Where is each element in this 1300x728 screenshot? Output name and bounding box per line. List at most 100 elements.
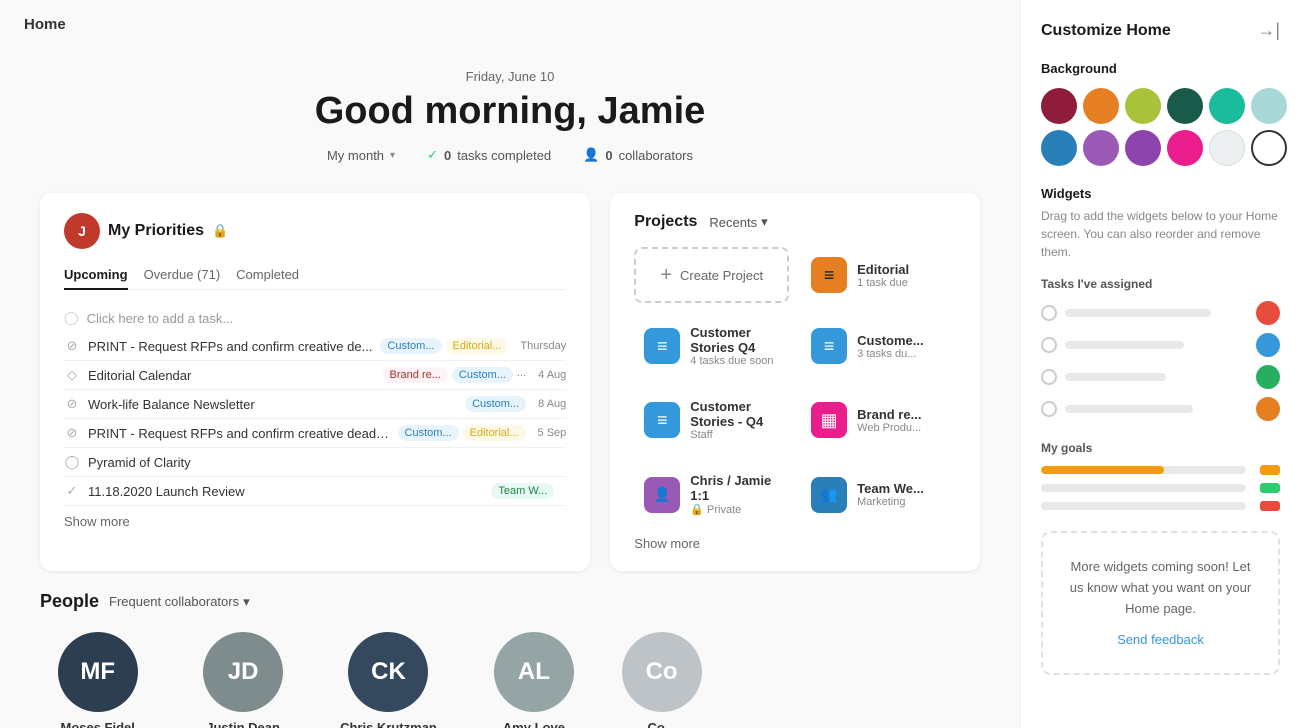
create-project-button[interactable]: + Create Project xyxy=(634,247,789,303)
period-selector[interactable]: My month ▾ xyxy=(327,147,395,163)
tasks-assigned-widget: Tasks I've assigned xyxy=(1041,277,1280,421)
table-row[interactable]: ◇ Editorial Calendar Brand re... Custom.… xyxy=(64,361,566,390)
list-item[interactable]: AL Amy Love Collaborating with me xyxy=(476,632,591,728)
table-row[interactable]: ◯ Pyramid of Clarity xyxy=(64,448,566,477)
project-icon: ≡ xyxy=(644,328,680,364)
feedback-link[interactable]: Send feedback xyxy=(1117,632,1204,647)
color-swatch-light-gray[interactable] xyxy=(1209,130,1245,166)
list-item[interactable]: JD Justin Dean Collaborating with me xyxy=(185,632,300,728)
widget-row xyxy=(1041,333,1280,357)
recents-filter[interactable]: Recents ▾ xyxy=(709,214,767,230)
home-title: Home xyxy=(24,16,66,33)
people-filter[interactable]: Frequent collaborators ▾ xyxy=(109,594,250,610)
hero-greeting: Good morning, Jamie xyxy=(0,90,1020,133)
circle-icon: ◯ xyxy=(64,454,80,470)
project-item[interactable]: 👥 Team We... Marketing xyxy=(801,463,956,526)
tag[interactable]: Editorial... xyxy=(463,425,526,441)
chevron-down-icon: ▾ xyxy=(761,214,768,230)
table-row[interactable]: ⊘ PRINT - Request RFPs and confirm creat… xyxy=(64,419,566,448)
tag[interactable]: Custom... xyxy=(398,425,459,441)
tag[interactable]: Custom... xyxy=(452,367,513,383)
blocked-icon: ⊘ xyxy=(64,425,80,441)
my-goals-widget: My goals xyxy=(1041,441,1280,511)
check-icon xyxy=(1041,369,1057,385)
tag[interactable]: Team W... xyxy=(491,483,554,499)
avatar: JD xyxy=(203,632,283,712)
priorities-card: J My Priorities 🔒 Upcoming Overdue (71) … xyxy=(40,193,590,571)
tab-overdue[interactable]: Overdue (71) xyxy=(144,261,221,290)
tab-upcoming[interactable]: Upcoming xyxy=(64,261,128,290)
table-row[interactable]: ⊘ PRINT - Request RFPs and confirm creat… xyxy=(64,332,566,361)
check-icon xyxy=(1041,401,1057,417)
project-item[interactable]: ≡ Editorial 1 task due xyxy=(801,247,956,303)
background-title: Background xyxy=(1041,61,1280,76)
close-button[interactable]: →| xyxy=(1257,20,1280,41)
project-item[interactable]: ≡ Customer Stories - Q4 Staff xyxy=(634,389,789,451)
chevron-down-icon: ▾ xyxy=(390,150,395,161)
widgets-section: Widgets Drag to add the widgets below to… xyxy=(1041,186,1280,511)
widgets-description: Drag to add the widgets below to your Ho… xyxy=(1041,207,1280,261)
widget-row xyxy=(1041,365,1280,389)
color-swatch-purple[interactable] xyxy=(1125,130,1161,166)
project-icon: ≡ xyxy=(811,257,847,293)
avatar: Co xyxy=(622,632,702,712)
color-swatch-teal[interactable] xyxy=(1209,88,1245,124)
coming-soon-section: More widgets coming soon! Let us know wh… xyxy=(1041,531,1280,675)
tag[interactable]: Brand re... xyxy=(383,367,448,383)
tag[interactable]: Custom... xyxy=(380,338,441,354)
check-icon: ✓ xyxy=(64,483,80,499)
project-item[interactable]: 👤 Chris / Jamie 1:1 🔒 Private xyxy=(634,463,789,526)
color-swatch-lime[interactable] xyxy=(1125,88,1161,124)
avatar xyxy=(1256,301,1280,325)
project-icon: ▦ xyxy=(811,402,847,438)
tag[interactable]: Custom... xyxy=(465,396,526,412)
table-row[interactable]: ✓ 11.18.2020 Launch Review Team W... xyxy=(64,477,566,506)
priorities-title: My Priorities xyxy=(108,222,204,240)
hero-section: Friday, June 10 Good morning, Jamie My m… xyxy=(0,49,1020,173)
list-item[interactable]: Co Co... xyxy=(622,632,702,728)
circle-icon: ◯ xyxy=(64,310,79,326)
tab-completed[interactable]: Completed xyxy=(236,261,299,290)
avatar: AL xyxy=(494,632,574,712)
my-goals-title: My goals xyxy=(1041,441,1280,455)
tag[interactable]: Editorial... xyxy=(446,338,509,354)
projects-title: Projects xyxy=(634,213,697,231)
project-item[interactable]: ≡ Custome... 3 tasks du... xyxy=(801,315,956,377)
hero-stats: My month ▾ ✓ 0 tasks completed 👤 0 colla… xyxy=(0,147,1020,163)
goal-row xyxy=(1041,465,1280,475)
color-swatch-forest[interactable] xyxy=(1167,88,1203,124)
project-icon: ≡ xyxy=(644,402,680,438)
chevron-down-icon: ▾ xyxy=(243,594,250,610)
show-more-projects[interactable]: Show more xyxy=(634,536,956,551)
color-swatch-lavender[interactable] xyxy=(1083,130,1119,166)
color-swatch-pink[interactable] xyxy=(1167,130,1203,166)
widgets-title: Widgets xyxy=(1041,186,1280,201)
avatar: J xyxy=(64,213,100,249)
table-row[interactable]: ⊘ Work-life Balance Newsletter Custom...… xyxy=(64,390,566,419)
add-task-row[interactable]: ◯ Click here to add a task... xyxy=(64,304,566,332)
show-more-tasks[interactable]: Show more xyxy=(64,514,566,529)
avatar xyxy=(1256,333,1280,357)
goal-row xyxy=(1041,483,1280,493)
color-swatch-crimson[interactable] xyxy=(1041,88,1077,124)
blocked-icon: ⊘ xyxy=(64,338,80,354)
milestone-icon: ◇ xyxy=(64,367,80,383)
plus-icon: + xyxy=(660,264,672,287)
color-swatch-blue[interactable] xyxy=(1041,130,1077,166)
priorities-tabs: Upcoming Overdue (71) Completed xyxy=(64,261,566,290)
check-icon xyxy=(1041,337,1057,353)
project-item[interactable]: ▦ Brand re... Web Produ... xyxy=(801,389,956,451)
project-item[interactable]: ≡ Customer Stories Q4 4 tasks due soon xyxy=(634,315,789,377)
people-title: People xyxy=(40,591,99,612)
color-swatch-white[interactable] xyxy=(1251,130,1287,166)
avatar: MF xyxy=(58,632,138,712)
project-icon: 👥 xyxy=(811,477,847,513)
projects-card: Projects Recents ▾ + Create Project ≡ Ed… xyxy=(610,193,980,571)
color-swatch-orange[interactable] xyxy=(1083,88,1119,124)
avatar xyxy=(1256,397,1280,421)
list-item[interactable]: MF Moses Fidel Collaborating with me xyxy=(40,632,155,728)
list-item[interactable]: CK Chris Krutzman Collaborating with me xyxy=(331,632,446,728)
color-grid xyxy=(1041,88,1280,166)
background-section: Background xyxy=(1041,61,1280,166)
color-swatch-light-teal[interactable] xyxy=(1251,88,1287,124)
